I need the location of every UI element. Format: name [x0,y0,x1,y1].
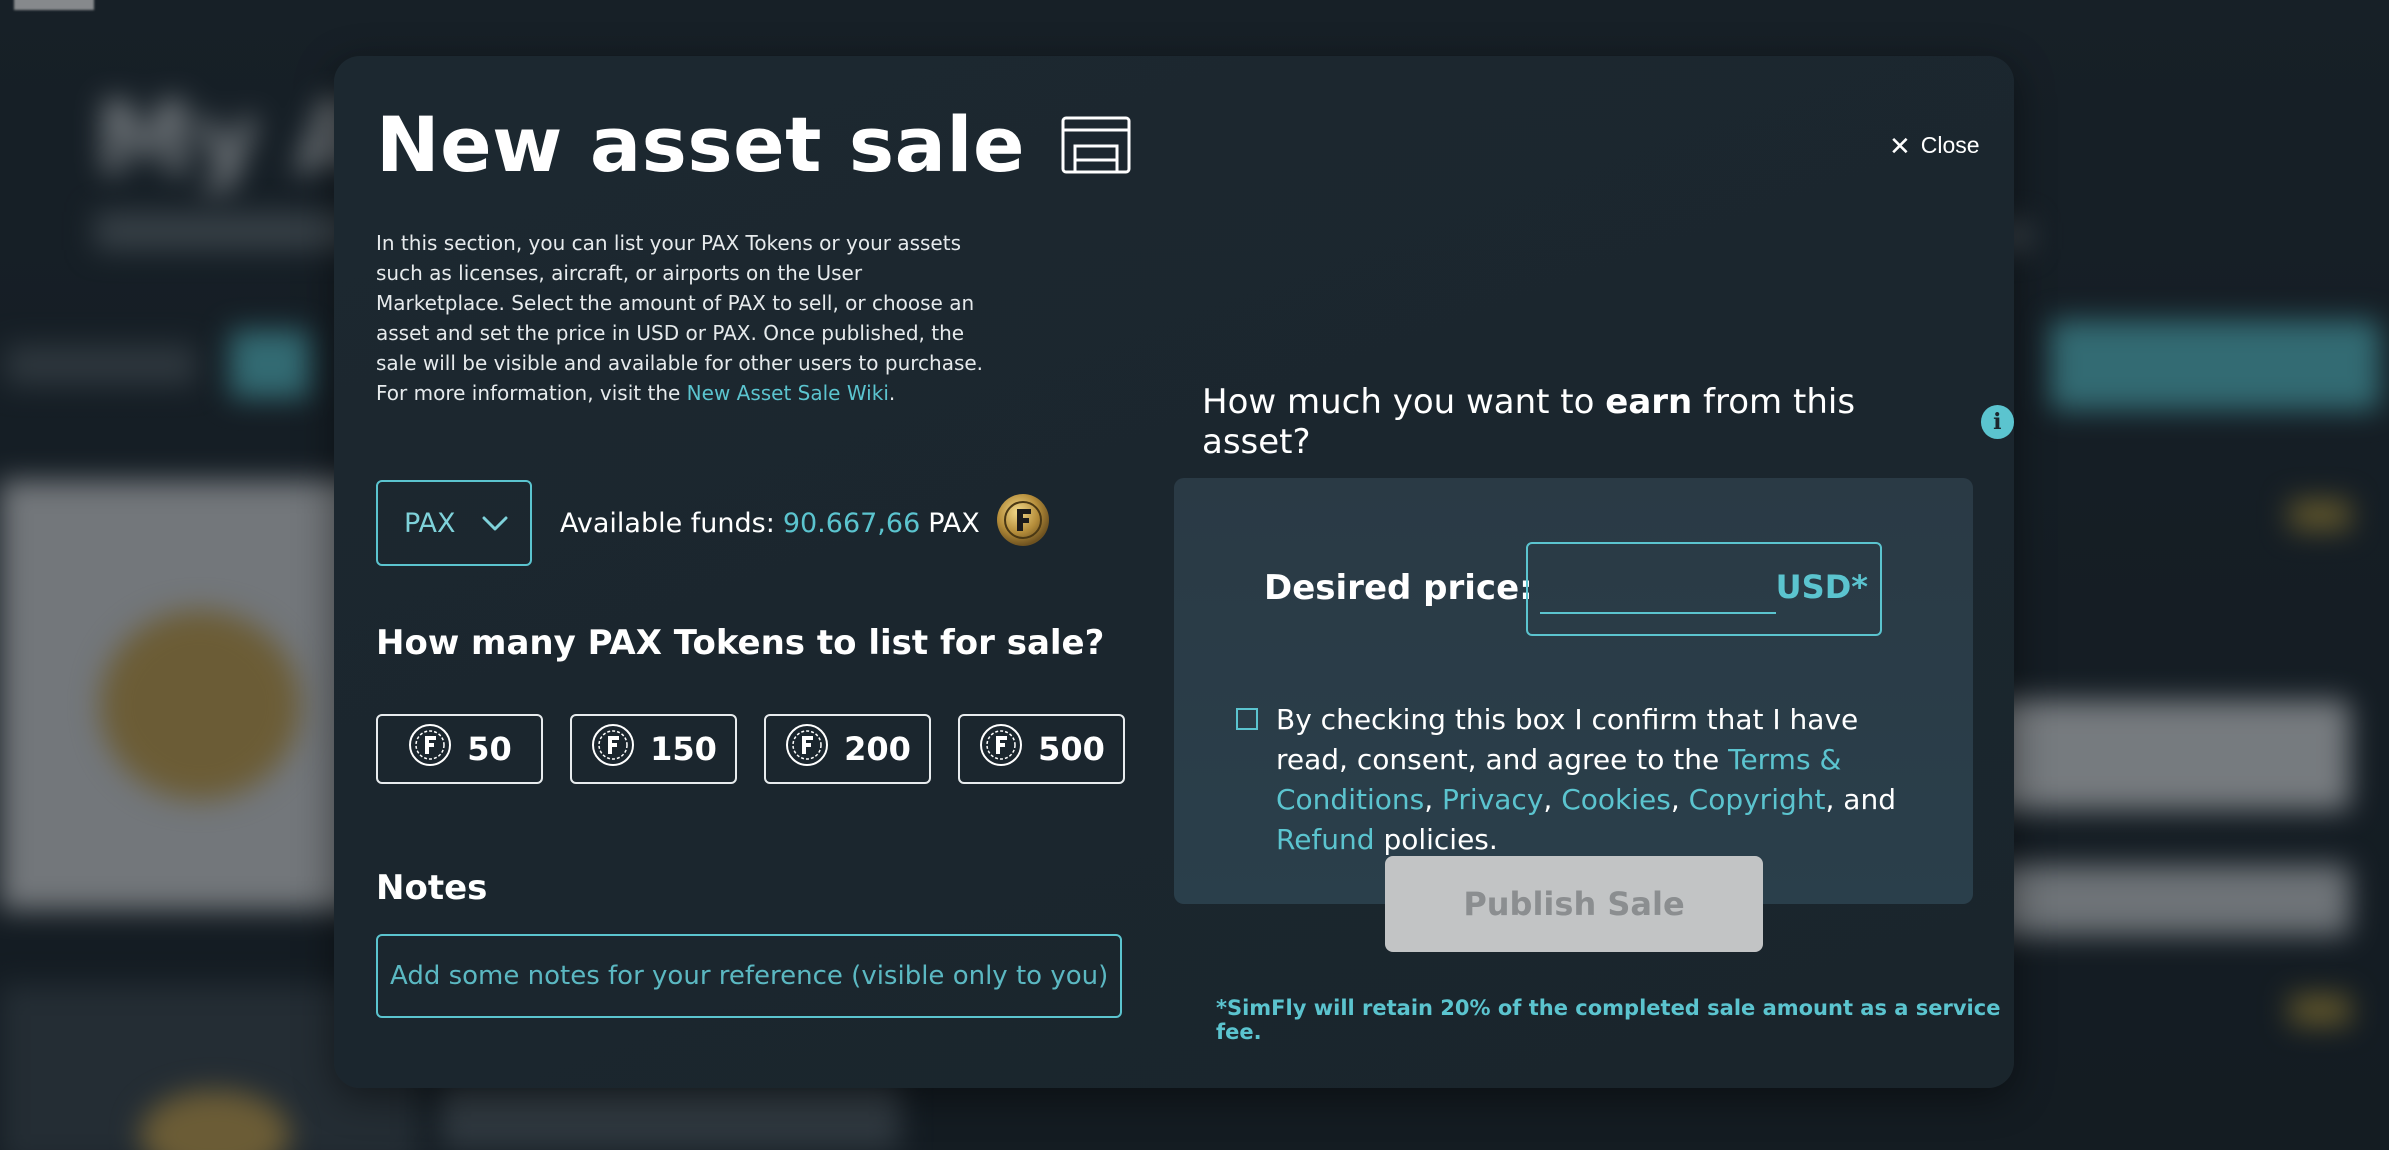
price-field: USD* [1526,542,1882,636]
modal-title: New asset sale [376,100,1026,189]
consent-text: By checking this box I confirm that I ha… [1276,700,1936,860]
token-icon [784,722,830,776]
funds-label: Available funds: [560,507,775,539]
consent-separator: , [1543,783,1562,816]
wiki-link[interactable]: New Asset Sale Wiki [687,381,889,405]
close-icon: ✕ [1889,130,1911,161]
consent-checkbox[interactable] [1236,708,1258,730]
price-unit: USD* [1775,568,1868,606]
token-option-label: 200 [844,730,911,768]
earn-question-pre: How much you want to [1202,382,1606,422]
close-label: Close [1920,132,1980,158]
intro-end: . [888,381,896,405]
earn-question-bold: earn [1605,382,1693,422]
currency-select[interactable]: PAX [376,480,532,566]
token-option-50[interactable]: 50 [376,714,543,784]
intro-body: In this section, you can list your PAX T… [376,231,984,405]
close-button[interactable]: ✕ Close [1889,132,1980,159]
consent-text-end: policies. [1374,823,1498,856]
copyright-link[interactable]: Copyright [1689,783,1826,816]
publish-sale-button[interactable]: Publish Sale [1385,856,1763,952]
token-icon [590,722,636,776]
token-option-label: 150 [650,730,717,768]
desired-price-label: Desired price: [1264,568,1533,608]
price-panel: Desired price: USD* By checking this box… [1174,478,1973,904]
token-option-500[interactable]: 500 [958,714,1125,784]
token-icon [978,722,1024,776]
consent-separator: , [1424,783,1434,816]
token-option-label: 500 [1038,730,1105,768]
info-icon[interactable]: i [1980,405,2014,439]
token-option-200[interactable]: 200 [764,714,931,784]
available-funds: Available funds: 90.667,66 PAX [560,493,1050,553]
consent-row: By checking this box I confirm that I ha… [1236,700,1936,860]
token-option-label: 50 [467,730,512,768]
funds-unit: PAX [928,507,980,539]
currency-value: PAX [404,507,456,539]
intro-text: In this section, you can list your PAX T… [376,228,996,408]
title-row: New asset sale [376,100,1131,189]
token-icon [407,722,453,776]
notes-label: Notes [376,868,488,908]
consent-separator: , [1670,783,1689,816]
service-fee-note: *SimFly will retain 20% of the completed… [1216,996,2001,1044]
earn-question-text: How much you want to earn from this asse… [1202,382,1963,462]
new-asset-sale-modal: ✕ Close New asset sale In this section, … [334,56,2014,1088]
funds-amount: 90.667,66 [782,507,921,539]
pax-coin-icon [996,493,1050,554]
refund-link[interactable]: Refund [1276,823,1375,856]
price-input[interactable] [1540,570,1776,614]
chevron-down-icon [482,508,508,539]
shop-icon [1061,116,1131,178]
consent-separator: , and [1825,783,1896,816]
privacy-link[interactable]: Privacy [1442,783,1543,816]
token-options: 50 150 200 500 [376,714,1125,784]
notes-input[interactable] [376,934,1122,1018]
token-option-150[interactable]: 150 [570,714,737,784]
token-amount-question: How many PAX Tokens to list for sale? [376,623,1105,663]
earn-question: How much you want to earn from this asse… [1202,382,2014,462]
cookies-link[interactable]: Cookies [1561,783,1671,816]
